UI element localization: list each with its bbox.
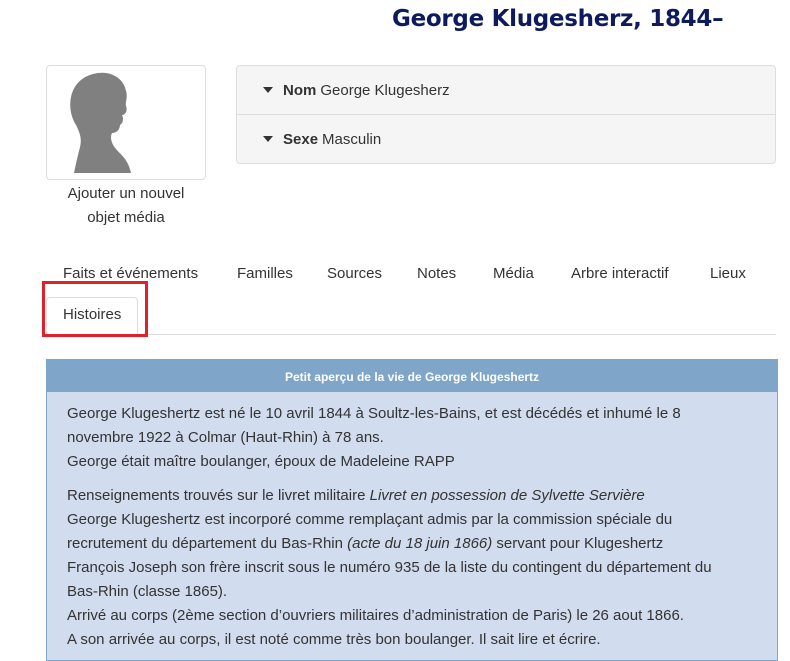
- story-source: Livret en possession de Sylvette Servièr…: [369, 487, 645, 504]
- add-media-label-line2: objet média: [87, 209, 165, 226]
- story-line: Renseignements trouvés sur le livret mil…: [67, 487, 370, 504]
- story-paragraph: George Klugeshertz est né le 10 avril 18…: [67, 402, 757, 474]
- fact-name[interactable]: Nom George Klugesherz: [237, 66, 775, 114]
- tab-places[interactable]: Lieux: [694, 257, 762, 291]
- story-line: A son arrivée au corps, il est noté comm…: [67, 631, 601, 648]
- tab-sources[interactable]: Sources: [311, 257, 398, 291]
- story-line: George Klugeshertz est incorporé comme r…: [67, 511, 673, 528]
- story-line: recrutement du département du Bas-Rhin: [67, 535, 348, 552]
- story-line: François Joseph son frère inscrit sous l…: [67, 559, 712, 576]
- story-line: George Klugeshertz est né le 10 avril 18…: [67, 405, 681, 422]
- story-paragraph: Renseignements trouvés sur le livret mil…: [67, 484, 757, 652]
- media-thumbnail[interactable]: [46, 65, 206, 180]
- story-heading: Petit aperçu de la vie de George Klugesh…: [47, 360, 777, 392]
- add-media-label-line1: Ajouter un nouvel: [67, 185, 185, 202]
- silhouette-icon: [70, 72, 131, 173]
- fact-label: Nom: [283, 81, 317, 99]
- fact-label: Sexe: [283, 130, 319, 148]
- story-line: servant pour Klugeshertz: [492, 535, 664, 552]
- caret-down-icon: [263, 87, 273, 93]
- story-panel: Petit aperçu de la vie de George Klugesh…: [46, 359, 778, 661]
- selection-highlight: [42, 281, 148, 337]
- story-line: novembre 1922 à Colmar (Haut-Rhin) à 78 …: [67, 429, 384, 446]
- fact-value: George Klugesherz: [320, 81, 450, 99]
- story-line: Bas-Rhin (classe 1865).: [67, 583, 228, 600]
- story-citation: (acte du 18 juin 1866): [347, 535, 493, 552]
- story-body: George Klugeshertz est né le 10 avril 18…: [47, 392, 777, 652]
- tab-bar: Faits et événements Familles Sources Not…: [46, 252, 776, 335]
- page-title: George Klugesherz, 1844–: [392, 6, 724, 32]
- add-media-link[interactable]: Ajouter un nouvel objet média: [46, 182, 206, 230]
- tab-media[interactable]: Média: [477, 257, 550, 291]
- story-line: Arrivé au corps (2ème section d’ouvriers…: [67, 607, 684, 624]
- tab-interactive-tree[interactable]: Arbre interactif: [555, 257, 685, 291]
- fact-value: Masculin: [322, 130, 382, 148]
- fact-gender[interactable]: Sexe Masculin: [237, 114, 775, 163]
- tab-families[interactable]: Familles: [221, 257, 309, 291]
- summary-facts: Nom George Klugesherz Sexe Masculin: [236, 65, 776, 164]
- story-line: George était maître boulanger, époux de …: [67, 453, 455, 470]
- caret-down-icon: [263, 136, 273, 142]
- tab-notes[interactable]: Notes: [401, 257, 472, 291]
